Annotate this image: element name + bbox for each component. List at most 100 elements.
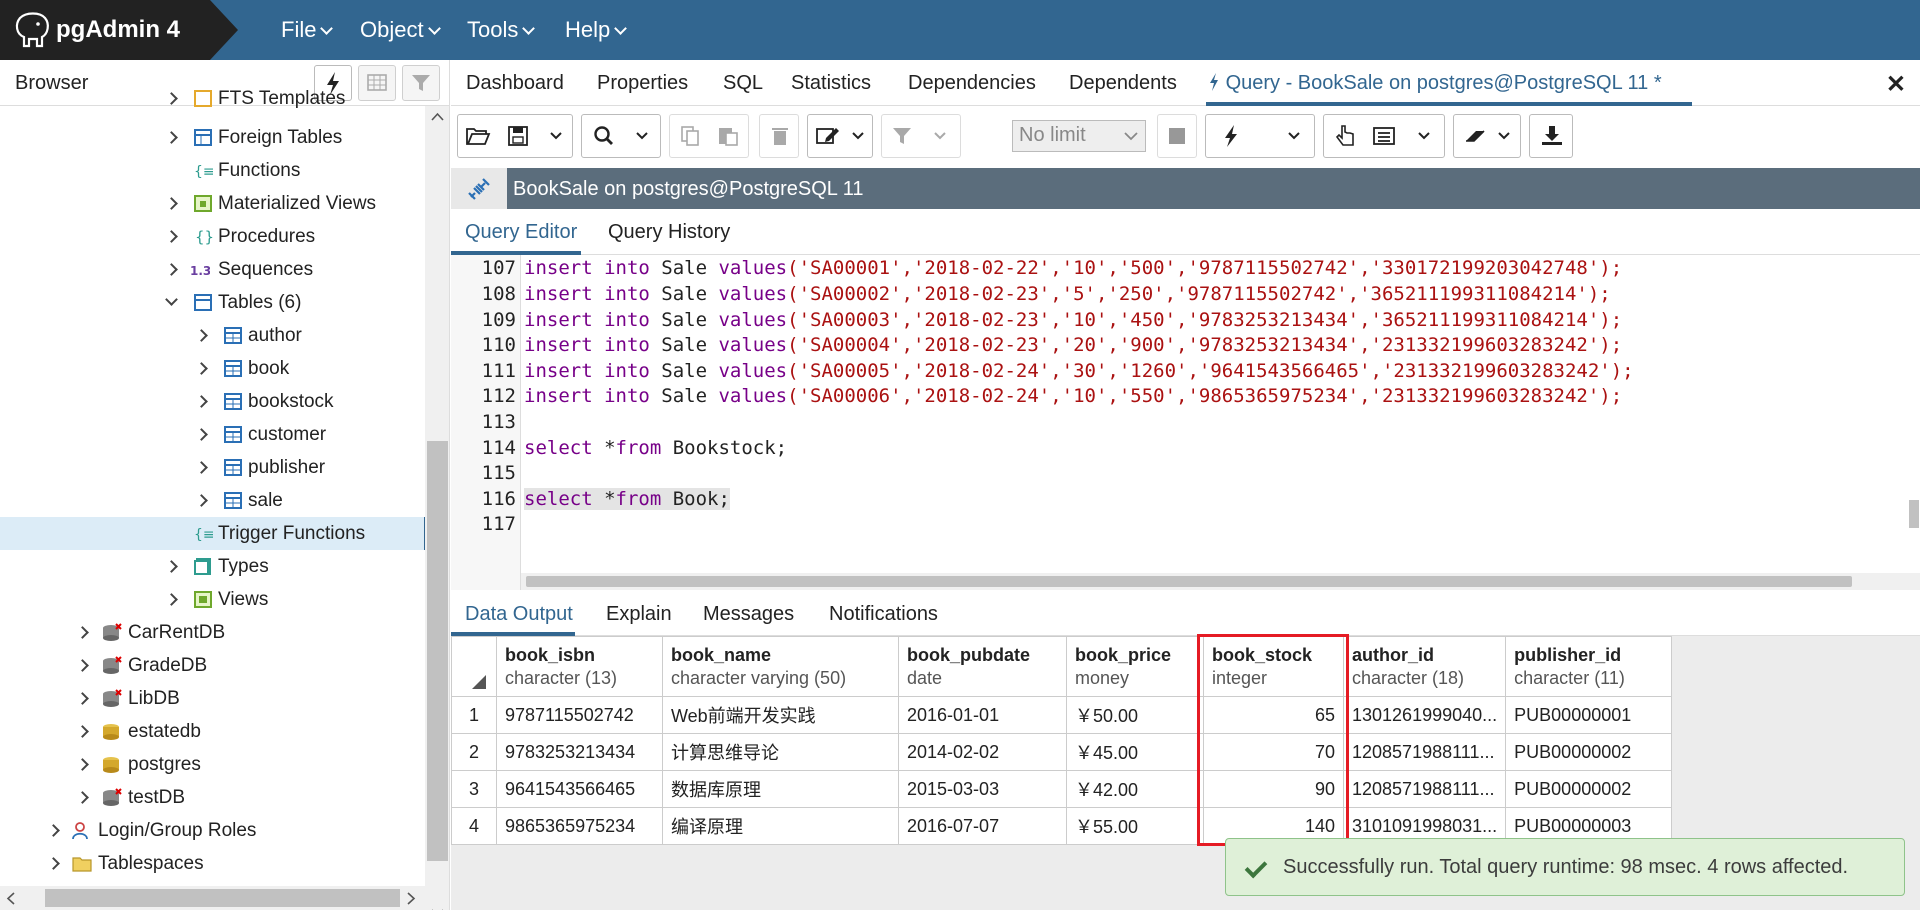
tree-item-views[interactable]: Views — [0, 583, 425, 616]
cell[interactable]: 70 — [1203, 733, 1344, 771]
tab-query-history[interactable]: Query History — [608, 221, 730, 244]
connection-status[interactable] — [451, 168, 507, 209]
column-header[interactable]: author_id character (18) — [1342, 636, 1507, 697]
tree-item-table-sale[interactable]: sale — [0, 484, 425, 517]
column-header[interactable]: book_stock integer — [1203, 636, 1344, 697]
tree-item-table-customer[interactable]: customer — [0, 418, 425, 451]
column-header[interactable]: publisher_id character (11) — [1505, 636, 1673, 697]
tree-item-functions[interactable]: {≡ Functions — [0, 154, 425, 187]
chevron-right-icon[interactable] — [406, 892, 416, 905]
row-number[interactable]: 2 — [451, 733, 497, 771]
sql-editor[interactable]: 107 108 109 110 111 112 113 114 115 116 … — [451, 255, 1920, 590]
tree-item-procedures[interactable]: {} Procedures — [0, 220, 425, 253]
close-icon[interactable]: ✕ — [1886, 70, 1906, 99]
row-number[interactable]: 3 — [451, 770, 497, 808]
cell[interactable]: 9641543566465 — [496, 770, 663, 808]
app-logo[interactable]: pgAdmin 4 — [0, 0, 238, 60]
cell[interactable]: 9783253213434 — [496, 733, 663, 771]
tree-item-table-publisher[interactable]: publisher — [0, 451, 425, 484]
success-notification[interactable]: Successfully run. Total query runtime: 9… — [1225, 838, 1905, 896]
hand-pointer-icon[interactable] — [1332, 123, 1360, 149]
menu-tools[interactable]: Tools — [467, 17, 536, 43]
tree-item-gradedb[interactable]: GradeDB — [0, 649, 425, 682]
tree-item-materialized-views[interactable]: Materialized Views — [0, 187, 425, 220]
cell[interactable]: ￥42.00 — [1066, 770, 1204, 808]
cell[interactable]: ￥45.00 — [1066, 733, 1204, 771]
row-number[interactable]: 4 — [451, 807, 497, 845]
tree-item-estatedb[interactable]: estatedb — [0, 715, 425, 748]
table-row[interactable]: 1 9787115502742 Web前端开发实践 2016-01-01 ￥50… — [451, 696, 1673, 734]
cell[interactable]: 2015-03-03 — [898, 770, 1067, 808]
tree-item-fts-templates[interactable]: FTS Templates — [0, 82, 425, 115]
column-header[interactable]: book_isbn character (13) — [496, 636, 663, 697]
edit-button[interactable] — [807, 114, 873, 158]
paste-icon[interactable] — [714, 123, 742, 149]
chevron-down-icon[interactable] — [544, 123, 568, 149]
cell[interactable]: Web前端开发实践 — [662, 696, 899, 734]
menu-help[interactable]: Help — [565, 17, 628, 43]
delete-button[interactable] — [759, 114, 799, 158]
tab-query[interactable]: Query - BookSale on postgres@PostgreSQL … — [1208, 72, 1662, 95]
column-header[interactable]: book_name character varying (50) — [662, 636, 899, 697]
chevron-left-icon[interactable] — [6, 892, 16, 905]
cell[interactable]: 90 — [1203, 770, 1344, 808]
chevron-down-icon[interactable] — [1282, 123, 1306, 149]
tab-data-output[interactable]: Data Output — [465, 603, 573, 626]
copy-icon[interactable] — [676, 123, 704, 149]
cell[interactable]: PUB00000002 — [1505, 733, 1673, 771]
chevron-down-icon[interactable] — [630, 123, 654, 149]
cell[interactable]: ￥55.00 — [1066, 807, 1204, 845]
browser-vertical-scrollbar[interactable] — [425, 106, 449, 910]
tree-item-tablespaces[interactable]: Tablespaces — [0, 847, 425, 880]
cell[interactable]: 1208571988111... — [1342, 770, 1507, 808]
cell[interactable]: 1301261999040... — [1342, 696, 1507, 734]
cell[interactable]: 65 — [1203, 696, 1344, 734]
tree-item-login-group-roles[interactable]: Login/Group Roles — [0, 814, 425, 847]
search-icon[interactable] — [590, 123, 618, 149]
tree-item-libdb[interactable]: LibDB — [0, 682, 425, 715]
cell[interactable]: 编译原理 — [662, 807, 899, 845]
tree-item-carrentdb[interactable]: CarRentDB — [0, 616, 425, 649]
cell[interactable]: 2016-01-01 — [898, 696, 1067, 734]
cell[interactable]: 9865365975234 — [496, 807, 663, 845]
tree-item-foreign-tables[interactable]: Foreign Tables — [0, 121, 425, 154]
save-icon[interactable] — [504, 123, 532, 149]
tree-item-types[interactable]: Types — [0, 550, 425, 583]
tab-sql[interactable]: SQL — [723, 72, 763, 95]
tree-item-tables[interactable]: Tables (6) — [0, 286, 425, 319]
browser-horizontal-scrollbar[interactable] — [0, 886, 425, 910]
editor-vertical-scrollbar[interactable] — [1909, 500, 1919, 528]
table-row[interactable]: 2 9783253213434 计算思维导论 2014-02-02 ￥45.00… — [451, 733, 1673, 771]
column-header[interactable]: book_price money — [1066, 636, 1204, 697]
cell[interactable]: 计算思维导论 — [662, 733, 899, 771]
filter-icon[interactable] — [888, 123, 916, 149]
cell[interactable]: PUB00000001 — [1505, 696, 1673, 734]
open-file-icon[interactable] — [464, 123, 492, 149]
tab-properties[interactable]: Properties — [597, 72, 688, 95]
chevron-down-icon[interactable] — [928, 123, 952, 149]
tree-item-trigger-functions[interactable]: {≡ Trigger Functions — [0, 517, 428, 550]
tab-dependents[interactable]: Dependents — [1069, 72, 1177, 95]
row-number[interactable]: 1 — [451, 696, 497, 734]
lightning-icon[interactable] — [1220, 123, 1242, 149]
list-icon[interactable] — [1370, 123, 1398, 149]
chevron-down-icon[interactable] — [1412, 123, 1436, 149]
clear-button[interactable] — [1453, 114, 1521, 158]
column-header[interactable]: book_pubdate date — [898, 636, 1067, 697]
editor-horizontal-scrollbar[interactable] — [521, 573, 1920, 590]
chevron-up-icon[interactable] — [431, 112, 444, 122]
tree-item-table-author[interactable]: author — [0, 319, 425, 352]
tree-item-table-book[interactable]: book — [0, 352, 425, 385]
cell[interactable]: 9787115502742 — [496, 696, 663, 734]
row-limit-select[interactable]: No limit — [1012, 120, 1146, 152]
menu-file[interactable]: File — [281, 17, 334, 43]
cell[interactable]: PUB00000002 — [1505, 770, 1673, 808]
cell[interactable]: 2016-07-07 — [898, 807, 1067, 845]
tree-item-testdb[interactable]: testDB — [0, 781, 425, 814]
table-row[interactable]: 3 9641543566465 数据库原理 2015-03-03 ￥42.00 … — [451, 770, 1673, 808]
cell[interactable]: 数据库原理 — [662, 770, 899, 808]
tab-query-editor[interactable]: Query Editor — [465, 221, 577, 244]
select-all-corner[interactable] — [451, 636, 497, 697]
tree-item-postgres[interactable]: postgres — [0, 748, 425, 781]
stop-button[interactable] — [1157, 114, 1197, 158]
